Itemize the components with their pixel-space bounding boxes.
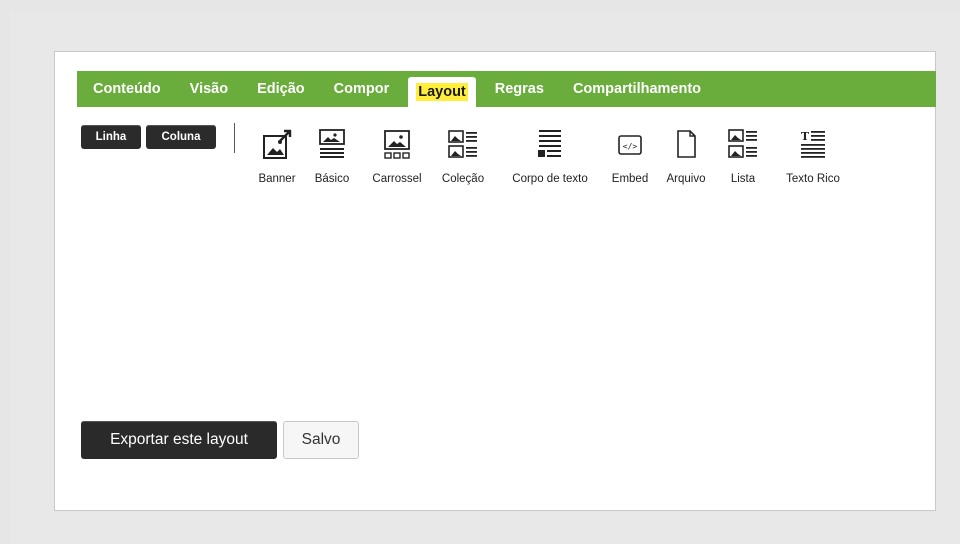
carousel-icon [378, 125, 416, 163]
tab-regras[interactable]: Regras [495, 71, 544, 107]
widget-colecao-label: Coleção [441, 173, 485, 185]
file-icon [667, 125, 705, 163]
banner-icon [258, 125, 296, 163]
layout-panel: Conteúdo Visão Edição Compor Layout Regr… [54, 51, 936, 511]
widget-banner-label: Banner [258, 173, 296, 185]
widget-texto-rico[interactable]: T Texto Rico [775, 125, 851, 185]
svg-text:</>: </> [623, 142, 638, 151]
text-body-icon [531, 125, 569, 163]
widget-arquivo[interactable]: Arquivo [659, 125, 713, 185]
rich-text-icon: T [794, 125, 832, 163]
basic-icon [313, 125, 351, 163]
saved-button[interactable]: Salvo [283, 421, 359, 459]
widget-carrossel-label: Carrossel [372, 173, 422, 185]
column-button[interactable]: Coluna [146, 125, 216, 149]
widget-toolbar: Linha Coluna Banner Básico Carrossel Col… [81, 123, 921, 195]
widget-corpo-de-texto-label: Corpo de texto [512, 173, 588, 185]
widget-lista[interactable]: Lista [721, 125, 765, 185]
widget-basico-label: Básico [314, 173, 350, 185]
widget-embed-label: Embed [611, 173, 649, 185]
tab-visao[interactable]: Visão [190, 71, 228, 107]
widget-texto-rico-label: Texto Rico [786, 173, 840, 185]
tab-layout-label: Layout [416, 83, 468, 101]
embed-icon: </> [611, 125, 649, 163]
export-layout-button[interactable]: Exportar este layout [81, 421, 277, 459]
tab-layout[interactable]: Layout [408, 77, 476, 107]
toolbar-divider [234, 123, 235, 153]
tab-bar: Conteúdo Visão Edição Compor Layout Regr… [77, 71, 936, 107]
tab-edicao[interactable]: Edição [257, 71, 305, 107]
widget-basico[interactable]: Básico [307, 125, 357, 185]
widget-lista-label: Lista [730, 173, 756, 185]
widget-banner[interactable]: Banner [251, 125, 303, 185]
widget-arquivo-label: Arquivo [666, 173, 706, 185]
svg-text:T: T [801, 130, 810, 143]
tab-conteudo[interactable]: Conteúdo [93, 71, 161, 107]
row-button[interactable]: Linha [81, 125, 141, 149]
widget-colecao[interactable]: Coleção [435, 125, 491, 185]
widget-corpo-de-texto[interactable]: Corpo de texto [503, 125, 597, 185]
widget-embed[interactable]: </> Embed [607, 125, 653, 185]
list-icon [724, 125, 762, 163]
collection-icon [444, 125, 482, 163]
widget-carrossel[interactable]: Carrossel [367, 125, 427, 185]
tab-compor[interactable]: Compor [334, 71, 390, 107]
tab-compartilhamento[interactable]: Compartilhamento [573, 71, 701, 107]
